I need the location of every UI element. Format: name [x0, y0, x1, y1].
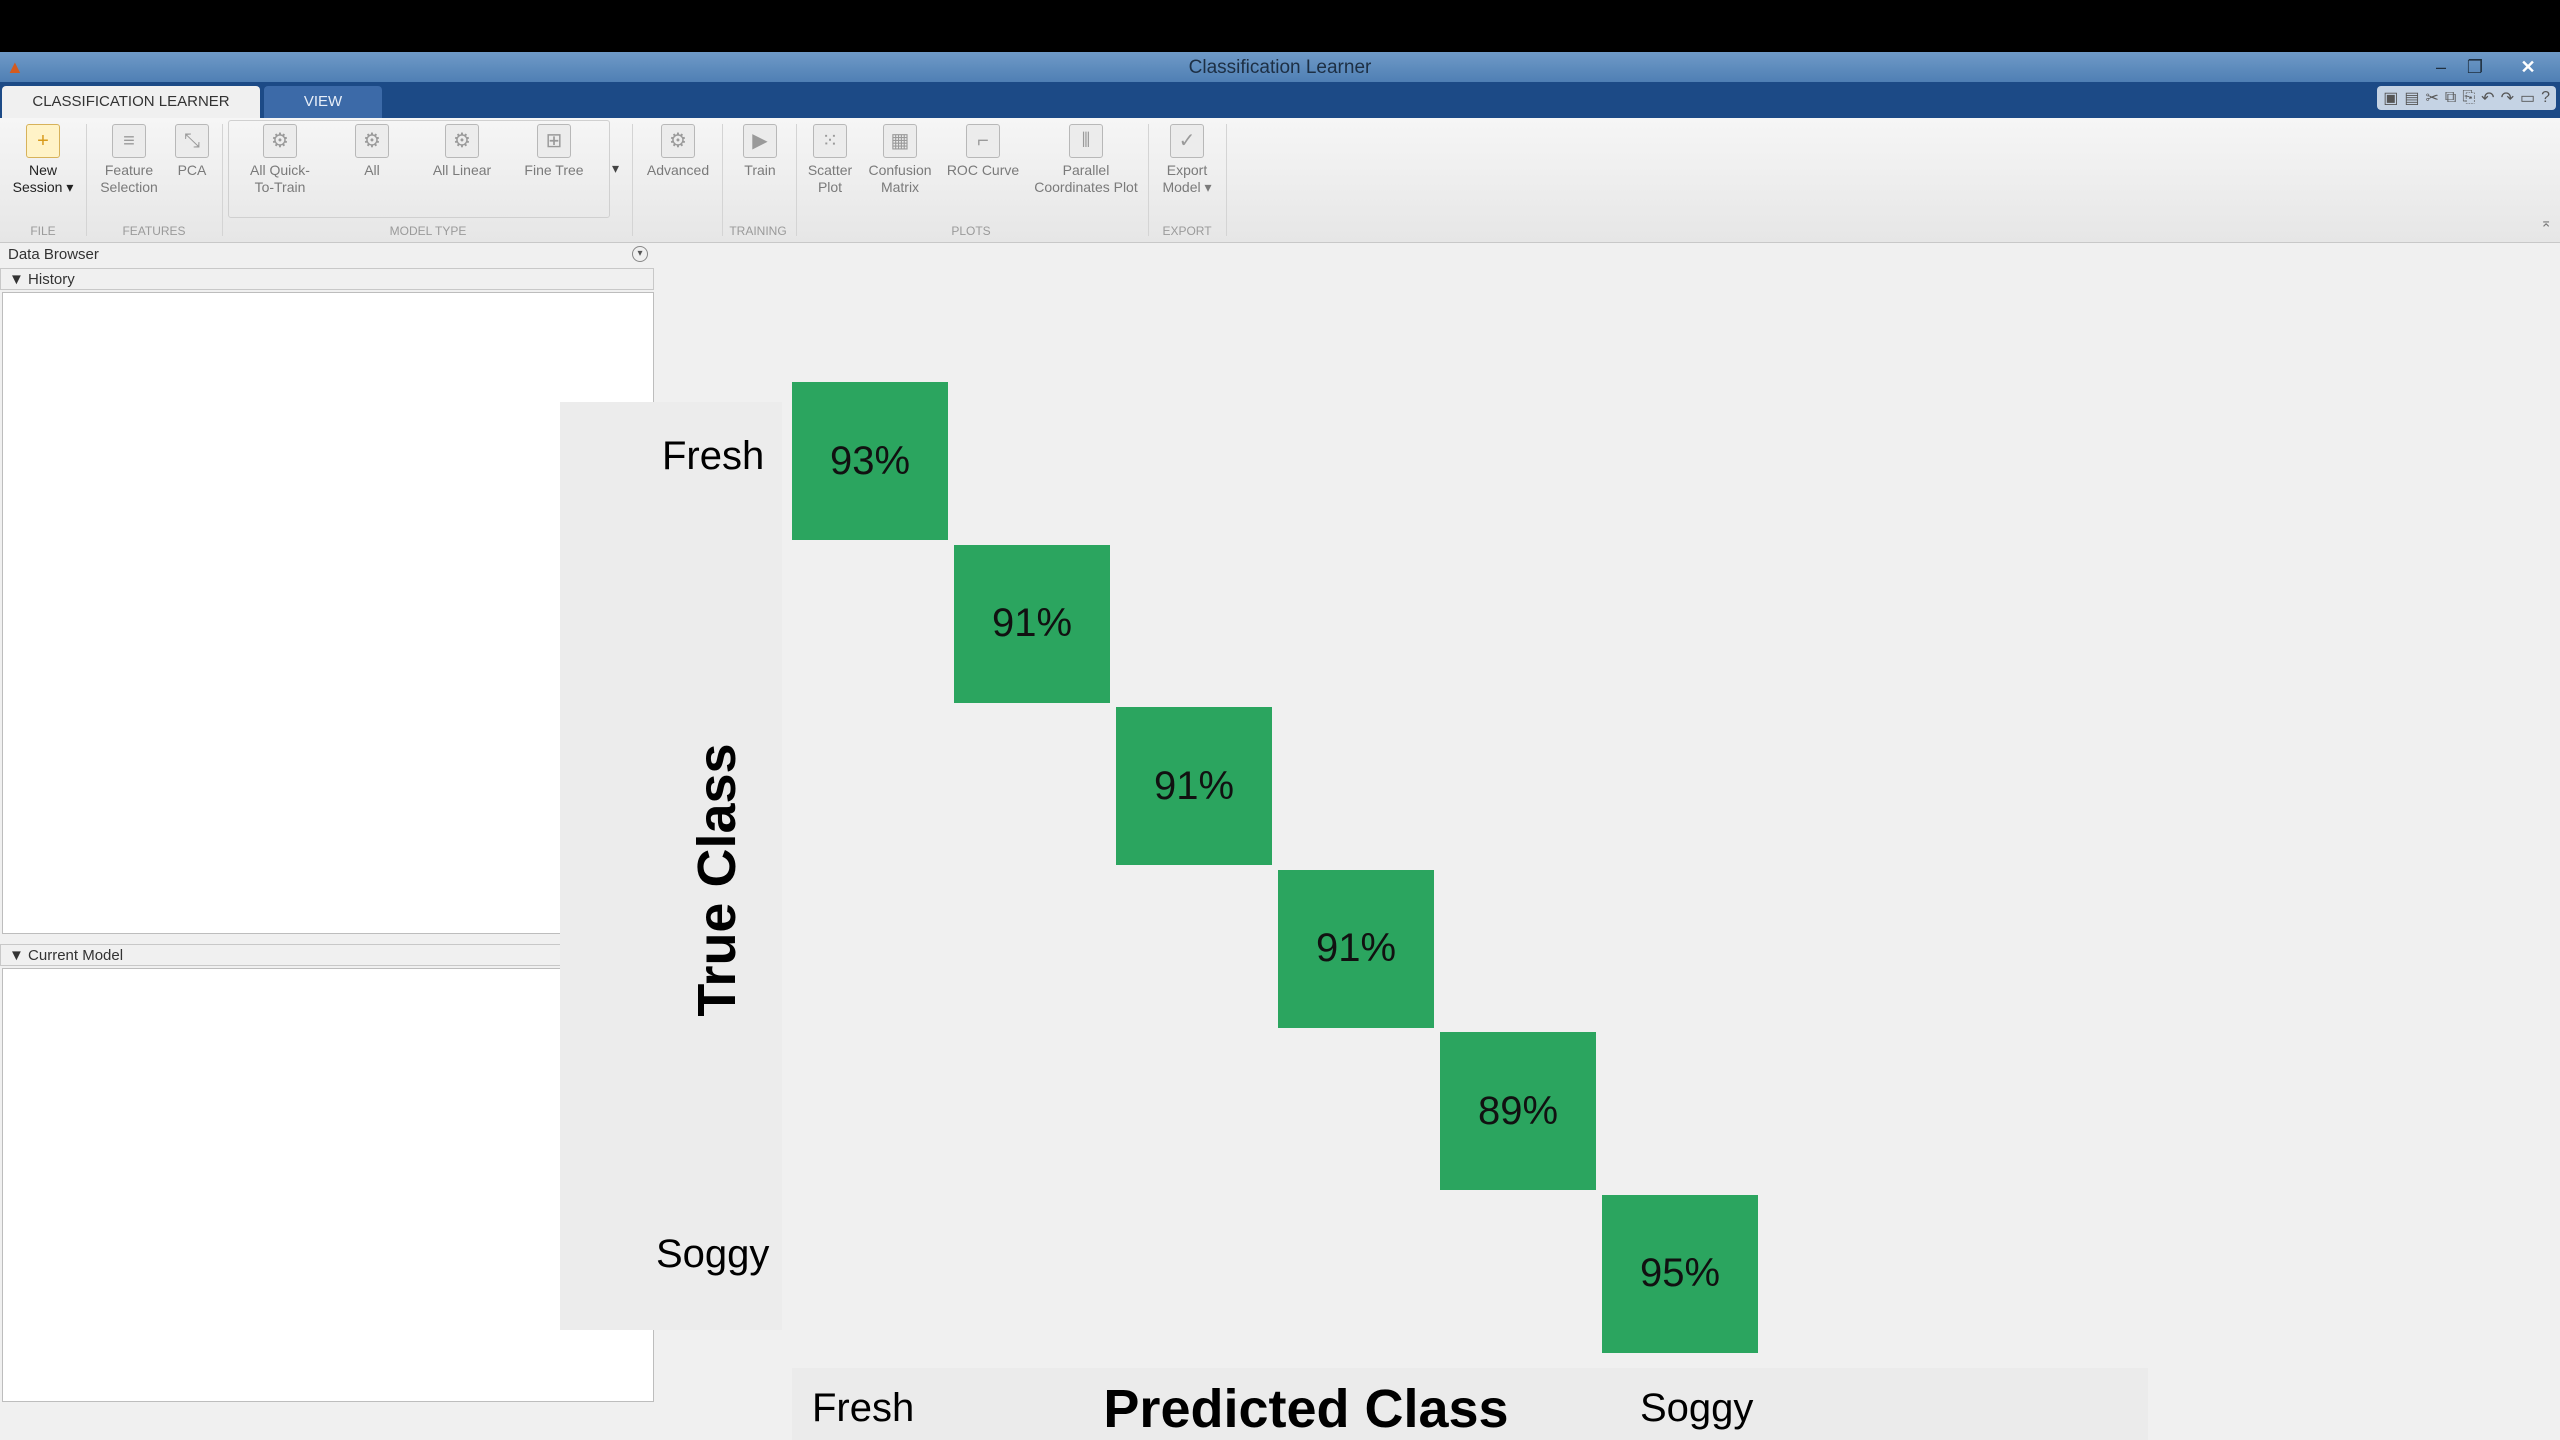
matrix-cell: 95%	[1602, 1194, 1758, 1353]
tree-icon: ⊞	[537, 124, 571, 158]
separator	[86, 124, 87, 236]
maximize-button[interactable]: ❐	[2458, 52, 2492, 82]
tab-classification-learner[interactable]: CLASSIFICATION LEARNER	[2, 86, 260, 118]
sidebar: Data Browser ▾ ▼ History ▼ Current Model	[0, 242, 656, 1402]
y-axis-label: True Class	[687, 743, 747, 1017]
quick-icon-5[interactable]: ⎘	[2462, 89, 2475, 107]
roc-icon: ⌐	[966, 124, 1000, 158]
gallery-icon: ⚙	[263, 124, 297, 158]
plus-icon: +	[26, 124, 60, 158]
parallel-icon: ⫴	[1069, 124, 1103, 158]
feature-selection-button[interactable]: ≡ Feature Selection	[94, 124, 164, 196]
quick-access-toolbar: ▣ ▤ ✂ ⧉ ⎘ ↶ ↷ ▭ ?	[2377, 86, 2556, 110]
fine-tree-button[interactable]: ⊞ Fine Tree	[516, 124, 592, 179]
collapse-triangle-icon: ▼	[9, 271, 24, 288]
matrix-cell: 89%	[1440, 1032, 1596, 1190]
plot-axis-backdrop	[560, 402, 782, 1330]
x-axis-label: Predicted Class	[1103, 1379, 1509, 1439]
grid-icon: ▦	[883, 124, 917, 158]
group-label-features: FEATURES	[122, 224, 186, 238]
tab-strip: CLASSIFICATION LEARNER VIEW ▣ ▤ ✂ ⧉ ⎘ ↶ …	[0, 82, 2560, 118]
parallel-coordinates-button[interactable]: ⫴ Parallel Coordinates Plot	[1030, 124, 1142, 196]
export-model-button[interactable]: ✓ Export Model ▾	[1152, 124, 1222, 196]
separator	[222, 124, 223, 236]
y-tick-label-soggy: Soggy	[656, 1232, 770, 1276]
group-label-training: TRAINING	[729, 224, 787, 238]
play-icon: ▶	[743, 124, 777, 158]
separator	[796, 124, 797, 236]
separator	[1226, 124, 1227, 236]
data-browser-menu-icon[interactable]: ▾	[632, 246, 648, 262]
y-tick-label-fresh: Fresh	[662, 434, 765, 478]
quick-icon-1[interactable]: ▣	[2383, 88, 2398, 108]
collapse-ribbon-icon[interactable]: ⌅	[2540, 214, 2552, 231]
ribbon: + New Session ▾ ≡ Feature Selection ⤡ PC…	[0, 118, 2560, 243]
quick-icon-3[interactable]: ✂	[2426, 88, 2439, 108]
gallery-icon: ⚙	[355, 124, 389, 158]
list-icon: ≡	[112, 124, 146, 158]
minimize-button[interactable]: –	[2424, 52, 2458, 82]
history-panel[interactable]	[2, 292, 654, 934]
x-tick-label-soggy: Soggy	[1640, 1386, 1754, 1430]
quick-icon-6[interactable]: ↶	[2481, 88, 2494, 108]
train-button[interactable]: ▶ Train	[730, 124, 790, 179]
all-linear-button[interactable]: ⚙ All Linear	[420, 124, 504, 179]
scatter-icon: ⁙	[813, 124, 847, 158]
group-label-plots: PLOTS	[951, 224, 991, 238]
check-icon: ✓	[1170, 124, 1204, 158]
quick-icon-8[interactable]: ▭	[2520, 88, 2535, 108]
group-label-model-type: MODEL TYPE	[389, 224, 467, 238]
advanced-button[interactable]: ⚙ Advanced	[640, 124, 716, 179]
window-title: Classification Learner	[1188, 57, 1372, 78]
group-label-file: FILE	[30, 224, 56, 238]
new-session-button[interactable]: + New Session ▾	[6, 124, 80, 196]
group-label-export: EXPORT	[1162, 224, 1212, 238]
confusion-matrix-button[interactable]: ▦ Confusion Matrix	[864, 124, 936, 196]
matrix-cell: 91%	[1278, 869, 1434, 1028]
separator	[722, 124, 723, 236]
pca-icon: ⤡	[175, 124, 209, 158]
history-header[interactable]: ▼ History	[0, 268, 654, 290]
matrix-cell: 93%	[792, 382, 948, 540]
all-button[interactable]: ⚙ All	[336, 124, 408, 179]
gallery-icon: ⚙	[445, 124, 479, 158]
close-button[interactable]: ✕	[2508, 52, 2548, 82]
title-bar: ▲ Classification Learner – ❐ ✕	[0, 52, 2560, 82]
matrix-cell: 91%	[954, 544, 1110, 703]
current-model-panel[interactable]	[2, 968, 654, 1402]
gear-icon: ⚙	[661, 124, 695, 158]
top-black-bar	[0, 0, 2560, 52]
x-tick-label-fresh: Fresh	[812, 1386, 915, 1430]
help-icon[interactable]: ?	[2541, 89, 2550, 107]
data-browser-title: Data Browser	[8, 246, 99, 263]
all-quick-to-train-button[interactable]: ⚙ All Quick- To-Train	[238, 124, 322, 196]
gallery-expand-icon[interactable]: ▾	[612, 160, 619, 177]
collapse-triangle-icon: ▼	[9, 947, 24, 964]
quick-icon-4[interactable]: ⧉	[2445, 89, 2456, 107]
scatter-plot-button[interactable]: ⁙ Scatter Plot	[800, 124, 860, 196]
quick-icon-2[interactable]: ▤	[2404, 88, 2419, 108]
separator	[632, 124, 633, 236]
matrix-cell: 91%	[1116, 707, 1272, 865]
tab-view[interactable]: VIEW	[264, 86, 382, 118]
quick-icon-7[interactable]: ↷	[2501, 88, 2514, 108]
separator	[1148, 124, 1149, 236]
pca-button[interactable]: ⤡ PCA	[170, 124, 214, 179]
roc-curve-button[interactable]: ⌐ ROC Curve	[942, 124, 1024, 179]
current-model-header[interactable]: ▼ Current Model	[0, 944, 654, 966]
